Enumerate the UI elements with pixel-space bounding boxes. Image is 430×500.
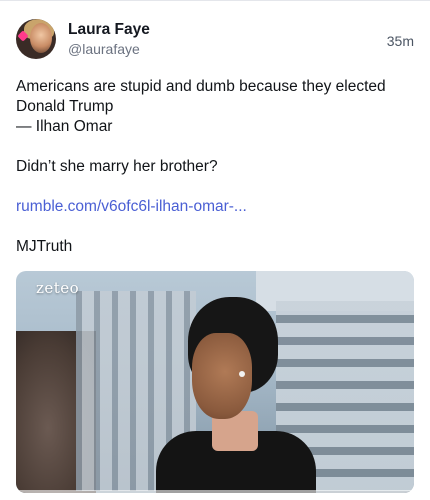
post-header: Laura Faye @laurafaye 35m	[16, 19, 414, 63]
author-handle[interactable]: @laurafaye	[68, 41, 140, 57]
video-thumbnail[interactable]: zeteo	[16, 271, 414, 493]
post-line: MJTruth	[16, 238, 73, 255]
video-watermark: zeteo	[36, 279, 80, 297]
post-link[interactable]: rumble.com/v6ofc6l-ilhan-omar-...	[16, 197, 416, 217]
post-line: Didn’t she marry her brother?	[16, 158, 218, 175]
avatar-face	[30, 23, 52, 53]
post-line: Americans are stupid and dumb because th…	[16, 78, 386, 95]
post-timestamp[interactable]: 35m	[387, 33, 414, 49]
avatar[interactable]	[16, 19, 56, 59]
post-body: Americans are stupid and dumb because th…	[16, 77, 416, 257]
post-line: — Ilhan Omar	[16, 118, 113, 135]
video-progress-bar	[16, 490, 414, 493]
post-card: Laura Faye @laurafaye 35m Americans are …	[0, 0, 430, 500]
post-line: Donald Trump	[16, 98, 114, 115]
author-name[interactable]: Laura Faye	[68, 21, 150, 39]
earring	[239, 371, 245, 377]
